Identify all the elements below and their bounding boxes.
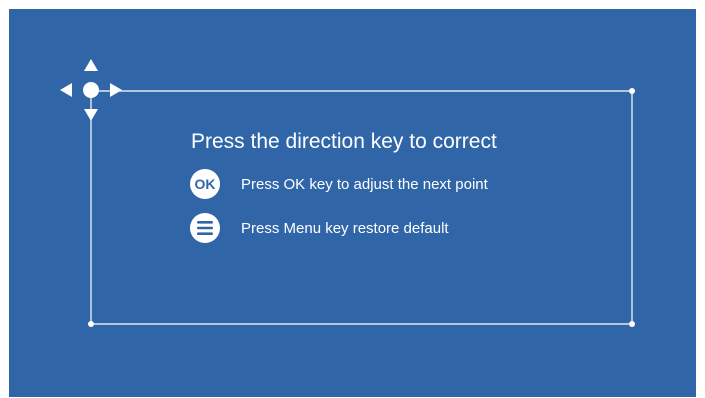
arrow-left-icon	[60, 83, 72, 97]
corner-point-top-right[interactable]	[629, 88, 635, 94]
keystone-frame	[60, 59, 635, 327]
ok-key-icon: OK	[190, 169, 220, 199]
menu-instruction-label: Press Menu key restore default	[241, 219, 449, 237]
ok-instruction-label: Press OK key to adjust the next point	[241, 175, 488, 193]
menu-instruction: Press Menu key restore default	[190, 213, 449, 243]
direction-pad-icon[interactable]	[60, 59, 122, 121]
corner-point-bottom-left[interactable]	[88, 321, 94, 327]
ok-instruction: OK Press OK key to adjust the next point	[190, 169, 488, 199]
correction-outline	[90, 90, 633, 325]
instruction-title: Press the direction key to correct	[191, 130, 497, 153]
menu-icon	[190, 213, 220, 243]
arrow-up-icon	[84, 59, 98, 71]
arrow-down-icon	[84, 109, 98, 121]
arrow-right-icon	[110, 83, 122, 97]
corner-point-bottom-right[interactable]	[629, 321, 635, 327]
corner-point-top-left[interactable]	[83, 82, 99, 98]
